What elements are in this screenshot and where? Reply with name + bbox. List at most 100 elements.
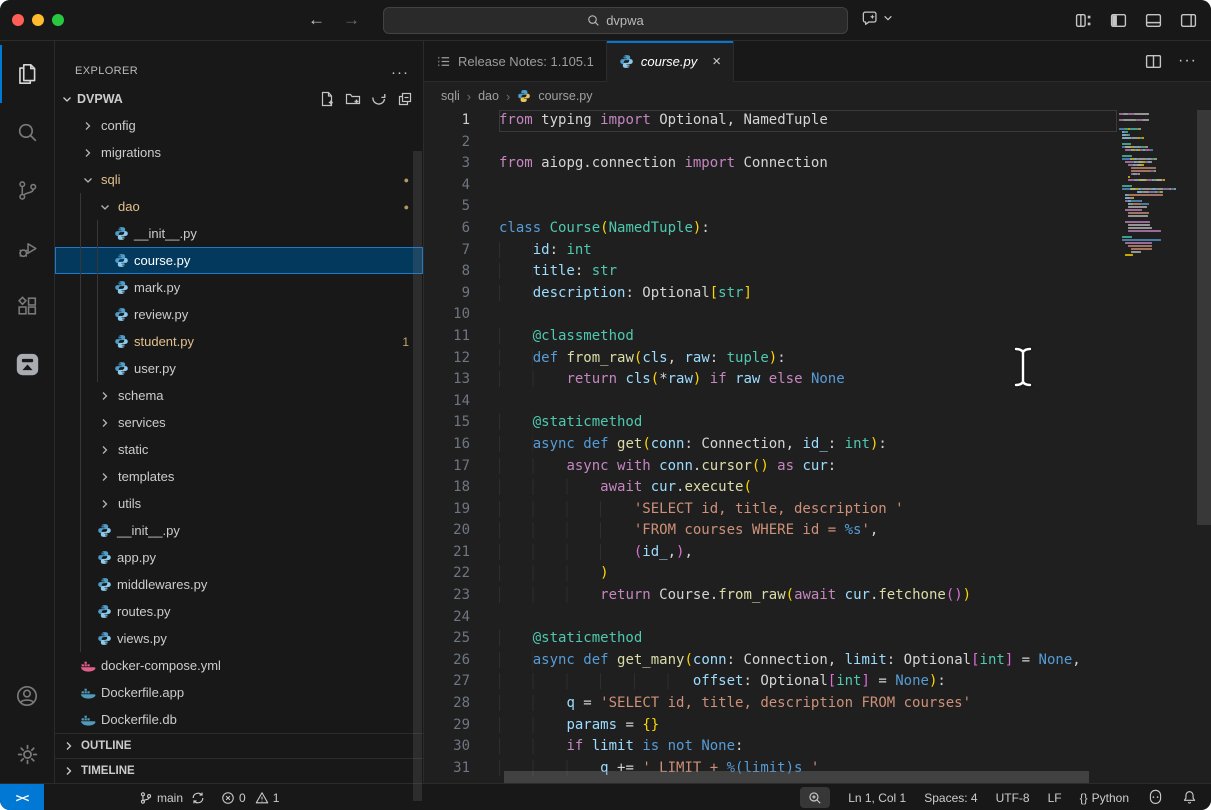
tree-item-views-py[interactable]: views.py — [55, 625, 423, 652]
problems-status[interactable]: 0 1 — [221, 791, 279, 805]
activity-custom-extension[interactable] — [0, 335, 54, 393]
tree-item-dao[interactable]: dao● — [55, 193, 423, 220]
activity-source-control[interactable] — [0, 161, 54, 219]
line-numbers[interactable]: 1234567891011121314151617181920212223242… — [424, 110, 499, 783]
line-number[interactable]: 2 — [424, 132, 470, 154]
customize-layout-button[interactable] — [1075, 12, 1092, 29]
line-number[interactable]: 26 — [424, 650, 470, 672]
line-number[interactable]: 24 — [424, 607, 470, 629]
tree-item-dockerfile-db[interactable]: Dockerfile.db — [55, 706, 423, 733]
copilot-menu-button[interactable] — [862, 9, 893, 27]
line-number[interactable]: 18 — [424, 477, 470, 499]
tree-item-schema[interactable]: schema — [55, 382, 423, 409]
line-number[interactable]: 23 — [424, 585, 470, 607]
line-number[interactable]: 4 — [424, 175, 470, 197]
tree-item-mark-py[interactable]: mark.py — [55, 274, 423, 301]
activity-explorer[interactable] — [0, 45, 54, 103]
tree-item-templates[interactable]: templates — [55, 463, 423, 490]
tree-item-dockerfile-app[interactable]: Dockerfile.app — [55, 679, 423, 706]
tree-item-student-py[interactable]: student.py1 — [55, 328, 423, 355]
tree-item--init-py[interactable]: __init__.py — [55, 220, 423, 247]
navigate-forward-button[interactable]: → — [343, 10, 360, 30]
breadcrumb-item[interactable]: dao — [478, 89, 499, 103]
sidebar-scrollbar[interactable] — [413, 151, 422, 801]
line-number[interactable]: 30 — [424, 736, 470, 758]
vertical-scrollbar[interactable] — [1197, 110, 1211, 525]
eol-status[interactable]: LF — [1048, 791, 1062, 805]
copilot-status-icon[interactable] — [1147, 789, 1164, 806]
line-number[interactable]: 14 — [424, 391, 470, 413]
outline-section-header[interactable]: OUTLINE — [55, 733, 423, 758]
breadcrumb-item[interactable]: course.py — [538, 89, 592, 103]
line-number[interactable]: 5 — [424, 196, 470, 218]
project-root-folder[interactable]: DVPWA — [55, 85, 423, 112]
line-number[interactable]: 10 — [424, 304, 470, 326]
encoding-status[interactable]: UTF-8 — [996, 791, 1030, 805]
tab-course-py[interactable]: course.py × — [607, 41, 734, 82]
tree-item-course-py[interactable]: course.py — [55, 247, 423, 274]
new-folder-button[interactable] — [345, 91, 361, 107]
line-number[interactable]: 31 — [424, 758, 470, 780]
editor-more-actions-button[interactable]: ··· — [1178, 52, 1197, 70]
toggle-primary-sidebar-button[interactable] — [1110, 12, 1127, 29]
language-mode-status[interactable]: {} Python — [1080, 791, 1129, 805]
line-number[interactable]: 17 — [424, 456, 470, 478]
tree-item--init-py[interactable]: __init__.py — [55, 517, 423, 544]
new-file-button[interactable] — [319, 91, 335, 107]
tree-item-review-py[interactable]: review.py — [55, 301, 423, 328]
tree-item-routes-py[interactable]: routes.py — [55, 598, 423, 625]
maximize-button[interactable] — [52, 14, 64, 26]
line-number[interactable]: 1 — [424, 110, 470, 132]
navigate-back-button[interactable]: ← — [308, 10, 325, 30]
refresh-icon[interactable] — [371, 91, 387, 107]
line-number[interactable]: 9 — [424, 283, 470, 305]
tree-item-utils[interactable]: utils — [55, 490, 423, 517]
activity-accounts[interactable] — [0, 667, 54, 725]
tree-item-static[interactable]: static — [55, 436, 423, 463]
code-content[interactable]: from typing import Optional, NamedTuplef… — [499, 110, 1211, 783]
tree-item-app-py[interactable]: app.py — [55, 544, 423, 571]
line-number[interactable]: 21 — [424, 542, 470, 564]
explorer-more-actions-button[interactable]: ··· — [391, 69, 409, 77]
minimap[interactable] — [1119, 113, 1197, 257]
collapse-folders-button[interactable] — [397, 91, 413, 107]
activity-run-debug[interactable] — [0, 219, 54, 277]
line-number[interactable]: 22 — [424, 563, 470, 585]
line-number[interactable]: 20 — [424, 520, 470, 542]
timeline-section-header[interactable]: TIMELINE — [55, 758, 423, 783]
remote-indicator[interactable]: >< — [0, 784, 44, 810]
cursor-position-status[interactable]: Ln 1, Col 1 — [848, 791, 906, 805]
breadcrumb-item[interactable]: sqli — [441, 89, 460, 103]
line-number[interactable]: 13 — [424, 369, 470, 391]
tab-release-notes[interactable]: Release Notes: 1.105.1 — [424, 41, 607, 81]
line-number[interactable]: 8 — [424, 261, 470, 283]
tree-item-services[interactable]: services — [55, 409, 423, 436]
indentation-status[interactable]: Spaces: 4 — [924, 791, 977, 805]
notifications-bell-icon[interactable] — [1182, 790, 1197, 805]
activity-search[interactable] — [0, 103, 54, 161]
line-number[interactable]: 16 — [424, 434, 470, 456]
activity-extensions[interactable] — [0, 277, 54, 335]
minimize-button[interactable] — [32, 14, 44, 26]
tree-item-migrations[interactable]: migrations — [55, 139, 423, 166]
code-area[interactable]: 1234567891011121314151617181920212223242… — [424, 110, 1211, 783]
line-number[interactable]: 19 — [424, 499, 470, 521]
line-number[interactable]: 11 — [424, 326, 470, 348]
git-branch-status[interactable]: main — [139, 791, 205, 805]
tree-item-user-py[interactable]: user.py — [55, 355, 423, 382]
line-number[interactable]: 29 — [424, 715, 470, 737]
line-number[interactable]: 6 — [424, 218, 470, 240]
toggle-secondary-sidebar-button[interactable] — [1180, 12, 1197, 29]
tree-item-docker-compose-yml[interactable]: docker-compose.yml — [55, 652, 423, 679]
tree-item-sqli[interactable]: sqli● — [55, 166, 423, 193]
line-number[interactable]: 27 — [424, 671, 470, 693]
line-number[interactable]: 15 — [424, 412, 470, 434]
split-editor-button[interactable] — [1145, 53, 1162, 70]
toggle-panel-button[interactable] — [1145, 12, 1162, 29]
line-number[interactable]: 28 — [424, 693, 470, 715]
close-tab-icon[interactable]: × — [712, 53, 721, 70]
command-center-search[interactable]: dvpwa — [383, 7, 848, 34]
tree-item-config[interactable]: config — [55, 112, 423, 139]
line-number[interactable]: 12 — [424, 348, 470, 370]
zoom-status-button[interactable] — [800, 787, 830, 808]
